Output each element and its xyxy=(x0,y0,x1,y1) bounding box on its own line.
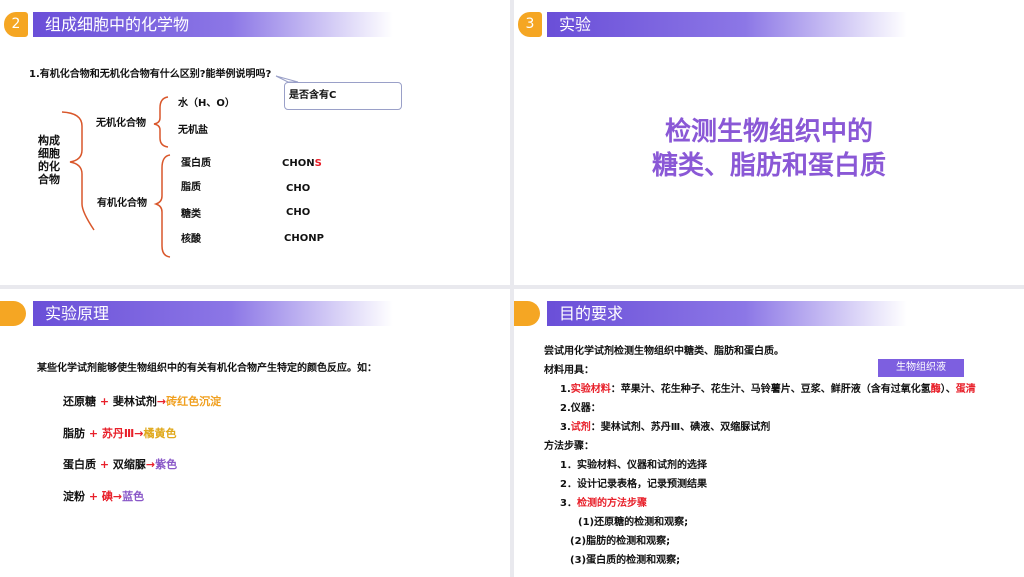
salt-label: 无机盐 xyxy=(178,125,208,136)
slide-objectives[interactable]: 目的要求 尝试用化学试剂检测生物组织中糖类、脂肪和蛋白质。 材料用具： 生物组织… xyxy=(514,289,1024,577)
slide-title: 目的要求 xyxy=(559,304,624,323)
steps-label: 方法步骤： xyxy=(544,441,594,452)
reaction-line: 还原糖 + 斐林试剂→砖红色沉淀 xyxy=(63,395,222,408)
inorganic-label: 无机化合物 xyxy=(96,118,146,129)
root-label: 构成 细胞 的化 合物 xyxy=(38,134,60,186)
reagents-item: 3.试剂：斐林试剂、苏丹Ⅲ、碘液、双缩脲试剂 xyxy=(560,422,771,433)
step-item: 2．设计记录表格，记录预测结果 xyxy=(560,479,707,490)
item-formula: CHO xyxy=(286,183,311,194)
item-name: 核酸 xyxy=(181,234,201,245)
materials-item: 1.实验材料：苹果汁、花生种子、花生汁、马铃薯片、豆浆、鲜肝液（含有过氧化氢酶）… xyxy=(560,384,976,395)
step-item: 1．实验材料、仪器和试剂的选择 xyxy=(560,460,707,471)
reaction-line: 蛋白质 + 双缩脲→紫色 xyxy=(63,458,178,471)
organic-label: 有机化合物 xyxy=(97,198,147,209)
tissue-fluid-tag: 生物组织液 xyxy=(878,359,964,377)
reaction-line: 淀粉 + 碘→蓝色 xyxy=(63,490,145,503)
item-formula: CHONS xyxy=(282,158,322,169)
slide-title: 实验原理 xyxy=(45,304,110,323)
step-item: 3．检测的方法步骤 xyxy=(560,498,647,509)
intro-text: 某些化学试剂能够使生物组织中的有关有机化合物产生特定的颜色反应。如： xyxy=(37,363,377,374)
item-formula: CHO xyxy=(286,207,311,218)
callout-text: 是否含有C xyxy=(289,90,337,101)
inorganic-brace xyxy=(153,96,169,148)
slide-title: 实验 xyxy=(559,15,592,34)
slide-composition[interactable]: 2 组成细胞中的化学物 1.有机化合物和无机化合物有什么区别?能举例说明吗? 是… xyxy=(0,0,510,285)
instruments-item: 2.仪器： xyxy=(560,403,601,414)
reaction-line: 脂肪 + 苏丹Ⅲ→橘黄色 xyxy=(63,427,177,440)
main-brace xyxy=(61,111,95,231)
substep-item: (2)脂肪的检测和观察; xyxy=(570,536,671,547)
section-badge xyxy=(514,301,540,326)
purpose-text: 尝试用化学试剂检测生物组织中糖类、脂肪和蛋白质。 xyxy=(544,346,784,357)
title-bar: 实验原理 xyxy=(33,301,393,326)
item-name: 糖类 xyxy=(181,209,201,220)
title-bar: 实验 xyxy=(547,12,907,37)
substep-item: (1)还原糖的检测和观察; xyxy=(578,517,689,528)
main-heading: 检测生物组织中的 糖类、脂肪和蛋白质 xyxy=(651,117,886,181)
materials-label: 材料用具： xyxy=(544,365,594,376)
section-badge xyxy=(0,301,26,326)
organic-brace xyxy=(153,154,171,258)
section-number-badge: 3 xyxy=(518,12,542,37)
slide-experiment[interactable]: 3 实验 检测生物组织中的 糖类、脂肪和蛋白质 xyxy=(514,0,1024,285)
item-name: 蛋白质 xyxy=(181,158,211,169)
substep-item: (3)蛋白质的检测和观察; xyxy=(570,555,681,566)
diagram-lines xyxy=(61,75,299,258)
item-name: 脂质 xyxy=(181,182,201,193)
item-formula: CHONP xyxy=(284,233,324,244)
title-bar: 目的要求 xyxy=(547,301,907,326)
water-label: 水（H、O） xyxy=(178,98,235,109)
slide-principle[interactable]: 实验原理 某些化学试剂能够使生物组织中的有关有机化合物产生特定的颜色反应。如： … xyxy=(0,289,510,577)
callout-box: 是否含有C xyxy=(284,82,402,110)
